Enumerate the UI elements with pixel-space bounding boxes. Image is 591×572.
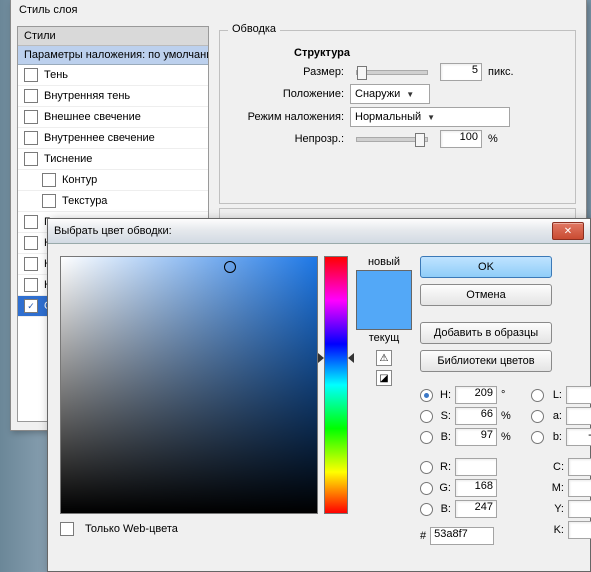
current-color-label: текущ bbox=[369, 332, 400, 344]
add-swatch-button[interactable]: Добавить в образцы bbox=[420, 322, 552, 344]
style-checkbox[interactable] bbox=[42, 194, 56, 208]
color-picker-title: Выбрать цвет обводки: bbox=[54, 225, 552, 237]
color-picker-dialog: Выбрать цвет обводки: ✕ Только Web-цвета… bbox=[47, 218, 591, 572]
size-slider[interactable] bbox=[356, 70, 428, 75]
hsb-rgb-column: H:209° S:66% B:97% R: G:168 B:247 #53a8f… bbox=[420, 386, 513, 545]
b2-radio[interactable] bbox=[420, 503, 433, 516]
k-input[interactable]: 0 bbox=[568, 521, 591, 539]
style-checkbox[interactable] bbox=[24, 68, 38, 82]
cancel-button[interactable]: Отмена bbox=[420, 284, 552, 306]
lb-radio[interactable] bbox=[531, 431, 544, 444]
gamut-warning-icon[interactable]: ⚠ bbox=[376, 350, 392, 366]
blend-label: Режим наложения: bbox=[234, 111, 344, 123]
style-item-label: Внутренняя тень bbox=[44, 90, 130, 102]
style-item-label: Тиснение bbox=[44, 153, 92, 165]
style-item-6[interactable]: Текстура bbox=[18, 191, 208, 212]
opacity-slider[interactable] bbox=[356, 137, 428, 142]
close-button[interactable]: ✕ bbox=[552, 222, 584, 240]
s-radio[interactable] bbox=[420, 410, 433, 423]
hue-arrow-left-icon bbox=[318, 353, 324, 363]
size-input[interactable]: 5 bbox=[440, 63, 482, 81]
layer-style-title: Стиль слоя bbox=[11, 0, 586, 20]
style-item-label: Тень bbox=[44, 69, 68, 81]
stroke-group: Обводка Структура Размер: 5 пикс. Положе… bbox=[219, 30, 576, 204]
style-checkbox[interactable] bbox=[42, 173, 56, 187]
websafe-warning-icon[interactable]: ◪ bbox=[376, 370, 392, 386]
g-input[interactable]: 168 bbox=[455, 479, 497, 497]
a-input[interactable]: -8 bbox=[566, 407, 591, 425]
s-input[interactable]: 66 bbox=[455, 407, 497, 425]
new-color-swatch bbox=[357, 271, 411, 300]
h-radio[interactable] bbox=[420, 389, 433, 402]
b-radio[interactable] bbox=[420, 431, 433, 444]
style-checkbox[interactable] bbox=[24, 110, 38, 124]
style-checkbox[interactable] bbox=[24, 257, 38, 271]
style-checkbox[interactable] bbox=[24, 278, 38, 292]
style-item-4[interactable]: Тиснение bbox=[18, 149, 208, 170]
chevron-down-icon: ▼ bbox=[427, 113, 435, 122]
color-picker-titlebar[interactable]: Выбрать цвет обводки: ✕ bbox=[48, 219, 590, 244]
style-item-1[interactable]: Внутренняя тень bbox=[18, 86, 208, 107]
ok-button[interactable]: OK bbox=[420, 256, 552, 278]
c-input[interactable]: 63 bbox=[568, 458, 591, 476]
style-item-0[interactable]: Тень bbox=[18, 65, 208, 86]
blend-combo[interactable]: Нормальный▼ bbox=[350, 107, 510, 127]
close-icon: ✕ bbox=[564, 226, 572, 237]
current-color-swatch[interactable] bbox=[357, 300, 411, 329]
style-item-label: Внешнее свечение bbox=[44, 111, 141, 123]
color-field[interactable] bbox=[60, 256, 318, 514]
style-item-label: Текстура bbox=[62, 195, 107, 207]
stroke-group-label: Обводка bbox=[228, 23, 280, 35]
new-color-label: новый bbox=[368, 256, 400, 268]
lb-input[interactable]: -48 bbox=[566, 428, 591, 446]
web-only-label: Только Web-цвета bbox=[85, 523, 178, 535]
structure-label: Структура bbox=[294, 47, 565, 59]
blending-options-row[interactable]: Параметры наложения: по умолчанию bbox=[18, 46, 208, 65]
hex-input[interactable]: 53a8f7 bbox=[430, 527, 494, 545]
hex-label: # bbox=[420, 530, 426, 542]
opacity-label: Непрозр.: bbox=[234, 133, 344, 145]
size-unit: пикс. bbox=[488, 66, 514, 78]
style-checkbox[interactable] bbox=[24, 215, 38, 229]
web-only-checkbox[interactable] bbox=[60, 522, 74, 536]
size-label: Размер: bbox=[234, 66, 344, 78]
color-cursor-icon bbox=[224, 261, 236, 273]
color-libraries-button[interactable]: Библиотеки цветов bbox=[420, 350, 552, 372]
g-radio[interactable] bbox=[420, 482, 433, 495]
y-input[interactable]: 0 bbox=[568, 500, 591, 518]
position-label: Положение: bbox=[234, 88, 344, 100]
r-radio[interactable] bbox=[420, 461, 433, 474]
color-preview bbox=[356, 270, 412, 330]
chevron-down-icon: ▼ bbox=[406, 90, 414, 99]
b2-input[interactable]: 247 bbox=[455, 500, 497, 518]
hue-arrow-right-icon bbox=[348, 353, 354, 363]
l-input[interactable]: 66 bbox=[566, 386, 591, 404]
style-checkbox[interactable] bbox=[24, 236, 38, 250]
style-item-2[interactable]: Внешнее свечение bbox=[18, 107, 208, 128]
r-input[interactable] bbox=[455, 458, 497, 476]
lab-cmyk-column: L:66 a:-8 b:-48 C:63% M:25% Y:0% K:0% bbox=[531, 386, 591, 545]
style-item-label: Внутреннее свечение bbox=[44, 132, 155, 144]
m-input[interactable]: 25 bbox=[568, 479, 591, 497]
b-input[interactable]: 97 bbox=[455, 428, 497, 446]
styles-header[interactable]: Стили bbox=[18, 27, 208, 46]
opacity-unit: % bbox=[488, 133, 498, 145]
style-checkbox[interactable] bbox=[24, 152, 38, 166]
style-checkbox[interactable] bbox=[24, 89, 38, 103]
l-radio[interactable] bbox=[531, 389, 544, 402]
a-radio[interactable] bbox=[531, 410, 544, 423]
h-input[interactable]: 209 bbox=[455, 386, 497, 404]
style-checkbox[interactable] bbox=[24, 131, 38, 145]
style-item-5[interactable]: Контур bbox=[18, 170, 208, 191]
style-checkbox[interactable] bbox=[24, 299, 38, 313]
position-combo[interactable]: Снаружи▼ bbox=[350, 84, 430, 104]
hue-slider[interactable] bbox=[324, 256, 348, 514]
opacity-input[interactable]: 100 bbox=[440, 130, 482, 148]
style-item-label: Контур bbox=[62, 174, 97, 186]
style-item-3[interactable]: Внутреннее свечение bbox=[18, 128, 208, 149]
